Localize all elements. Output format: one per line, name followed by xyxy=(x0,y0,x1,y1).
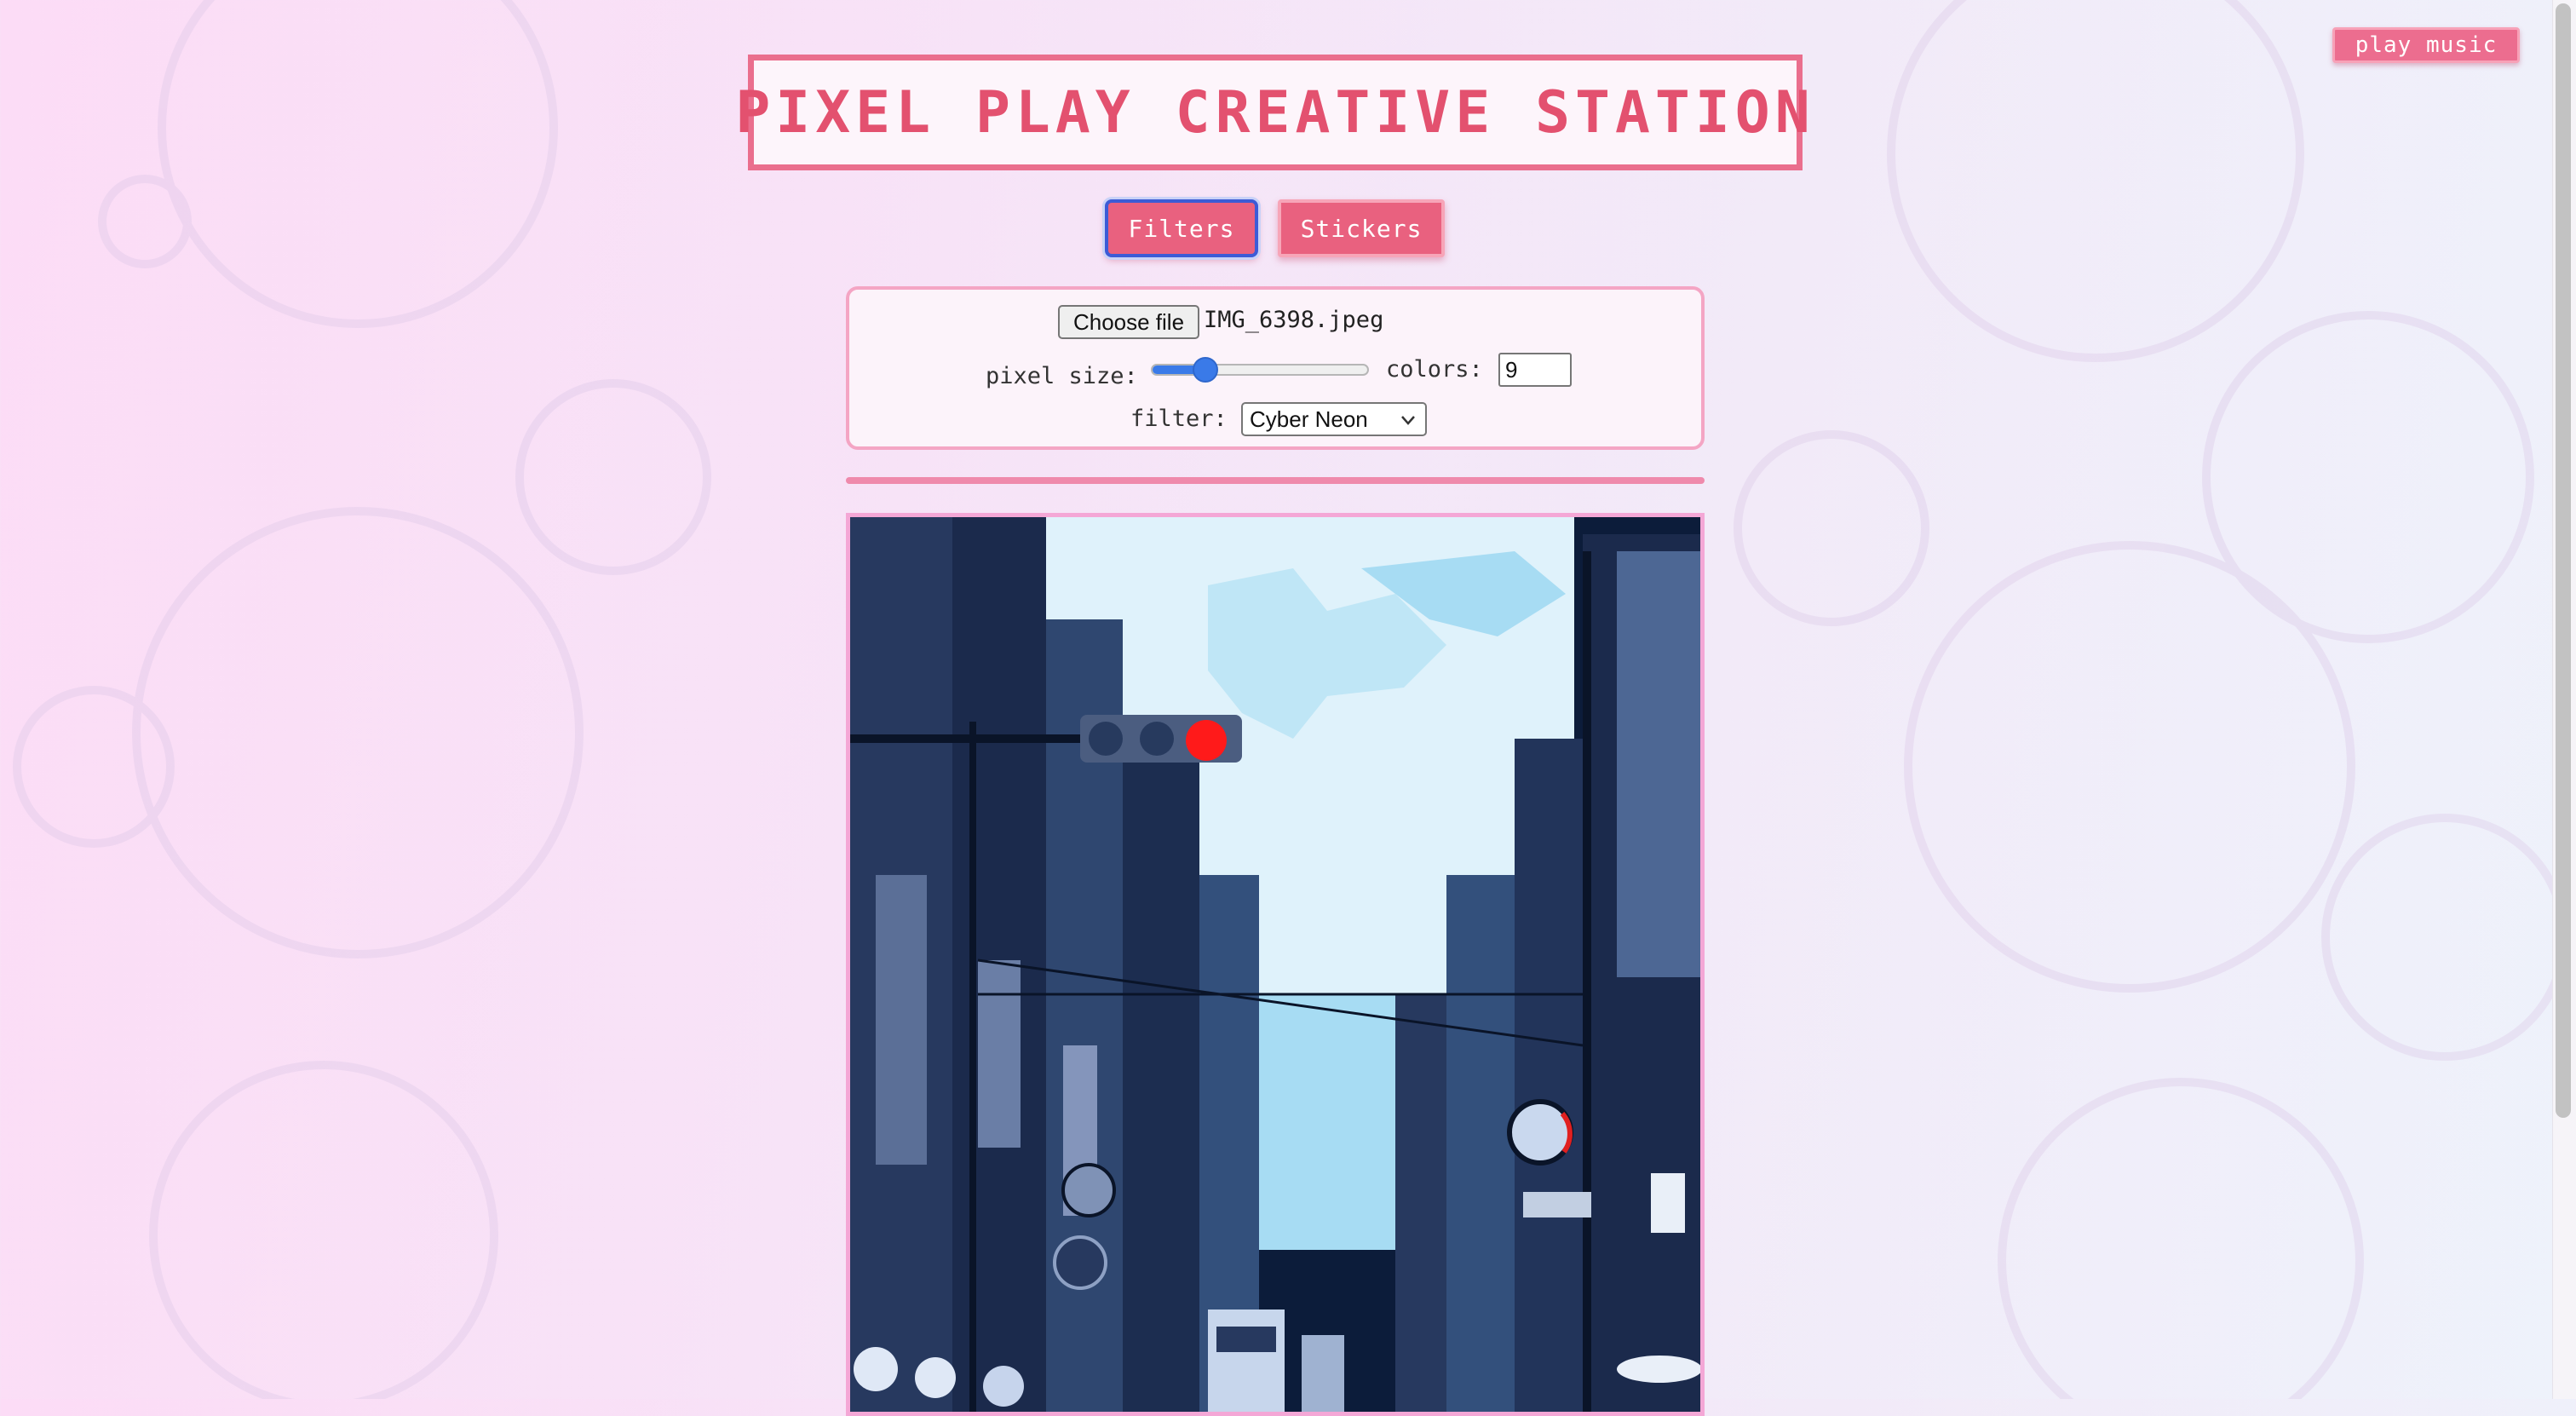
filter-select-value: Cyber Neon xyxy=(1250,406,1368,432)
filter-label: filter: xyxy=(1130,406,1228,432)
play-music-button[interactable]: play music xyxy=(2332,27,2520,63)
page-title: PIXEL PLAY CREATIVE STATION xyxy=(735,78,1815,147)
pixel-size-slider[interactable] xyxy=(1151,364,1369,376)
pixel-size-slider-thumb[interactable] xyxy=(1193,357,1218,383)
colors-input[interactable]: 9 xyxy=(1498,353,1572,387)
pixel-size-label: pixel size: xyxy=(986,363,1138,389)
section-divider xyxy=(846,477,1705,484)
title-banner: PIXEL PLAY CREATIVE STATION xyxy=(735,55,1810,170)
chevron-down-icon xyxy=(1401,416,1415,425)
page-scrollbar-thumb[interactable] xyxy=(2556,3,2571,1118)
pixel-canvas[interactable] xyxy=(846,513,1705,1416)
tab-filters[interactable]: Filters xyxy=(1105,199,1258,257)
tab-stickers[interactable]: Stickers xyxy=(1278,199,1445,257)
file-name-label: IMG_6398.jpeg xyxy=(1204,307,1384,333)
pixelated-street-image xyxy=(850,517,1700,1412)
colors-label: colors: xyxy=(1386,356,1483,383)
choose-file-button[interactable]: Choose file xyxy=(1058,305,1199,339)
filter-select[interactable]: Cyber Neon xyxy=(1241,402,1427,436)
control-panel: Choose file IMG_6398.jpeg pixel size: co… xyxy=(846,286,1705,450)
